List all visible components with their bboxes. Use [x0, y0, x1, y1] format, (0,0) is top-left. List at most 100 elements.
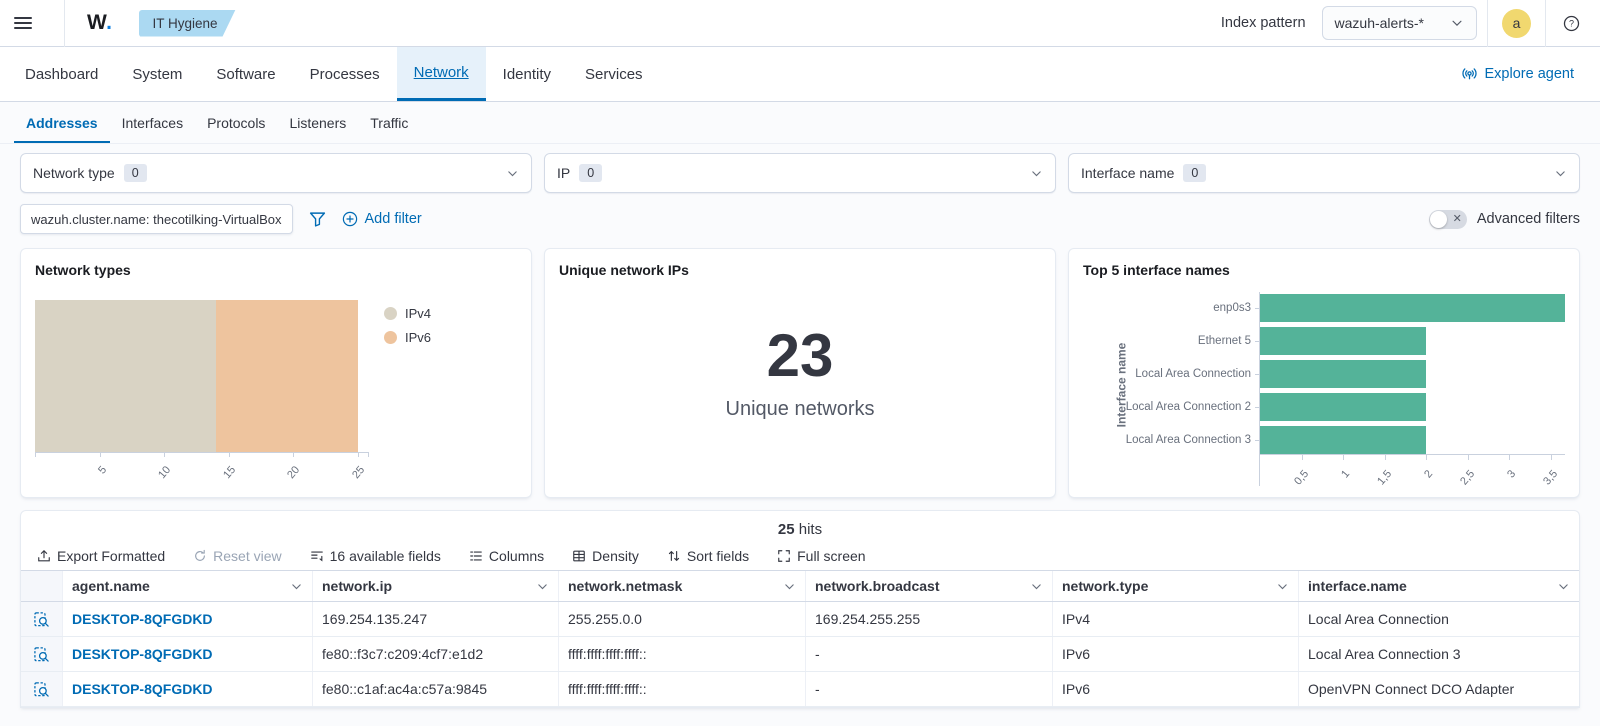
active-filter-pill[interactable]: wazuh.cluster.name: thecotilking-Virtual… — [20, 204, 293, 234]
density-button[interactable]: Density — [572, 548, 639, 564]
close-icon: ✕ — [1452, 213, 1462, 225]
filter-combo-network-type[interactable]: Network type 0 — [20, 153, 532, 193]
category-label: enp0s3 — [1097, 294, 1259, 322]
cell-agent-name[interactable]: DESKTOP-8QFGDKD — [63, 602, 313, 636]
metric-value: 23 — [766, 321, 834, 389]
tab-network[interactable]: Network — [396, 47, 486, 101]
tab-processes[interactable]: Processes — [293, 47, 397, 101]
cell-network-ip: fe80::f3c7:c209:4cf7:e1d2 — [313, 637, 559, 671]
top5-chart[interactable]: 0,5 1 1,5 2 2,5 3 3,5 — [1259, 292, 1565, 486]
sort-icon — [668, 550, 679, 562]
available-fields-button[interactable]: 16 available fields — [310, 548, 441, 564]
add-filter-button[interactable]: Add filter — [342, 211, 422, 227]
index-pattern-label: Index pattern — [1220, 15, 1306, 31]
fullscreen-icon — [778, 550, 790, 562]
bar-segment-ipv6[interactable] — [215, 300, 358, 452]
cell-network-broadcast: - — [806, 637, 1053, 671]
avatar[interactable]: a — [1502, 8, 1531, 38]
axis-tick-label: 5 — [95, 464, 109, 477]
bar-segment-ipv4[interactable] — [35, 300, 216, 452]
legend-item-ipv6[interactable]: IPv6 — [384, 330, 431, 345]
table-row: DESKTOP-8QFGDKD 169.254.135.247 255.255.0.… — [21, 602, 1579, 637]
axis-tick-label: 2,5 — [1457, 468, 1477, 486]
axis-tick-label: 1,5 — [1374, 468, 1394, 486]
axis-tick — [164, 452, 166, 457]
cell-interface-name: Local Area Connection — [1308, 611, 1449, 627]
columns-button[interactable]: Columns — [469, 548, 544, 564]
tab-system[interactable]: System — [115, 47, 199, 101]
network-types-chart[interactable]: 5 10 15 20 25 — [35, 300, 370, 485]
tab-identity[interactable]: Identity — [486, 47, 568, 101]
help-icon[interactable]: ? — [1556, 8, 1586, 38]
subtab-interfaces[interactable]: Interfaces — [110, 102, 195, 143]
bar-local-area-connection-2[interactable] — [1260, 393, 1426, 421]
index-pattern-select[interactable]: wazuh-alerts-* — [1321, 6, 1477, 40]
inspect-icon[interactable] — [33, 681, 50, 698]
menu-icon[interactable] — [14, 0, 54, 47]
table-row: DESKTOP-8QFGDKD fe80::c1af:ac4a:c57a:9845… — [21, 672, 1579, 707]
filter-combo-interface-name[interactable]: Interface name 0 — [1068, 153, 1580, 193]
full-screen-button[interactable]: Full screen — [777, 548, 866, 564]
inspect-cell[interactable] — [21, 672, 63, 706]
filter-bar: wazuh.cluster.name: thecotilking-Virtual… — [0, 197, 1600, 240]
cell-interface-name: OpenVPN Connect DCO Adapter — [1308, 681, 1515, 697]
reset-view-button[interactable]: Reset view — [193, 548, 282, 564]
chevron-down-icon — [1452, 20, 1462, 27]
explore-agent-button[interactable]: Explore agent — [1443, 47, 1592, 101]
module-badge[interactable]: IT Hygiene — [139, 10, 236, 37]
axis-tick-label: 25 — [350, 464, 368, 482]
bar-local-area-connection-3[interactable] — [1260, 426, 1426, 454]
data-grid: agent.name network.ip network.netmask netwo… — [21, 570, 1579, 707]
bar-ethernet-5[interactable] — [1260, 327, 1426, 355]
column-header-network.netmask[interactable]: network.netmask — [559, 571, 806, 601]
svg-text:?: ? — [1568, 18, 1573, 28]
cell-agent-name[interactable]: DESKTOP-8QFGDKD — [63, 672, 313, 706]
bar-local-area-connection[interactable] — [1260, 360, 1426, 388]
count-badge: 0 — [1183, 164, 1207, 182]
legend-item-ipv4[interactable]: IPv4 — [384, 306, 431, 321]
axis-tick-label: 15 — [220, 464, 238, 482]
inspect-cell[interactable] — [21, 602, 63, 636]
subtab-protocols[interactable]: Protocols — [195, 102, 277, 143]
column-header-network.type[interactable]: network.type — [1053, 571, 1299, 601]
subtab-listeners[interactable]: Listeners — [277, 102, 358, 143]
broadcast-icon — [1461, 67, 1477, 79]
panel-title: Network types — [35, 262, 131, 278]
column-header-agent.name[interactable]: agent.name — [63, 571, 313, 601]
cell-network-type: IPv4 — [1053, 602, 1299, 636]
wazuh-logo[interactable]: W. — [75, 11, 125, 35]
export-formatted-button[interactable]: Export Formatted — [37, 548, 165, 564]
axis-tick-label: 1 — [1339, 468, 1353, 481]
datagrid-toolbar: Export Formatted Reset view 16 available… — [21, 540, 1579, 570]
tab-software[interactable]: Software — [199, 47, 292, 101]
axis-tick — [228, 452, 230, 457]
sort-fields-button[interactable]: Sort fields — [667, 548, 749, 564]
filter-combo-ip[interactable]: IP 0 — [544, 153, 1056, 193]
tab-services[interactable]: Services — [568, 47, 660, 101]
panel-unique-ips: Unique network IPs 23 Unique networks — [544, 248, 1056, 498]
subtab-traffic[interactable]: Traffic — [358, 102, 420, 143]
y-axis-label: Interface name — [1114, 342, 1129, 428]
column-header-network.ip[interactable]: network.ip — [313, 571, 559, 601]
axis-tick — [368, 452, 370, 457]
tab-dashboard[interactable]: Dashboard — [8, 47, 115, 101]
count-badge: 0 — [123, 164, 147, 182]
divider — [64, 0, 65, 47]
cell-agent-name[interactable]: DESKTOP-8QFGDKD — [63, 637, 313, 671]
advanced-filters-toggle[interactable]: ✕ — [1428, 209, 1467, 229]
header-control-cell — [21, 571, 63, 601]
columns-icon — [470, 551, 482, 561]
axis-tick — [99, 452, 101, 457]
column-header-network.broadcast[interactable]: network.broadcast — [806, 571, 1053, 601]
subtab-addresses[interactable]: Addresses — [14, 102, 110, 143]
inspect-icon[interactable] — [33, 611, 50, 628]
filter-funnel-icon[interactable] — [303, 209, 332, 230]
bar-enp0s3[interactable] — [1260, 294, 1565, 322]
axis-tick — [293, 452, 295, 457]
cell-network-type: IPv6 — [1053, 637, 1299, 671]
inspect-icon[interactable] — [33, 646, 50, 663]
advanced-filters-label: Advanced filters — [1476, 211, 1580, 227]
axis-tick-label: 10 — [156, 464, 174, 482]
inspect-cell[interactable] — [21, 637, 63, 671]
column-header-interface.name[interactable]: interface.name — [1299, 571, 1579, 601]
